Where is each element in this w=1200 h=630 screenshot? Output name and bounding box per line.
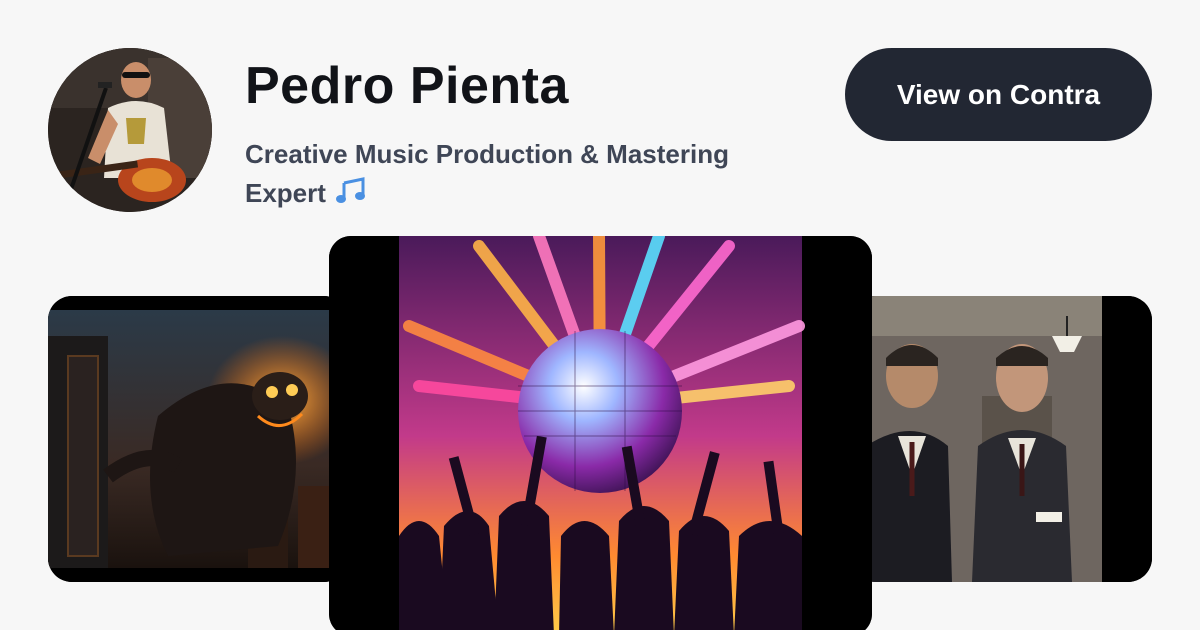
profile-name: Pedro Pienta [245, 57, 569, 115]
tagline-text: Creative Music Production & Mastering Ex… [245, 139, 729, 208]
musical-notes-icon [335, 177, 367, 216]
profile-tagline: Creative Music Production & Mastering Ex… [245, 135, 765, 216]
profile-photo [48, 48, 212, 212]
view-on-contra-button[interactable]: View on Contra [845, 48, 1152, 141]
disco-ball-illustration [329, 236, 872, 630]
avatar [48, 48, 212, 212]
monster-city-illustration [48, 296, 348, 582]
project-image-men-in-suits[interactable] [852, 296, 1152, 582]
men-in-suits-illustration [852, 296, 1152, 582]
project-image-monster-city[interactable] [48, 296, 348, 582]
project-image-disco-ball-crowd[interactable] [329, 236, 872, 630]
